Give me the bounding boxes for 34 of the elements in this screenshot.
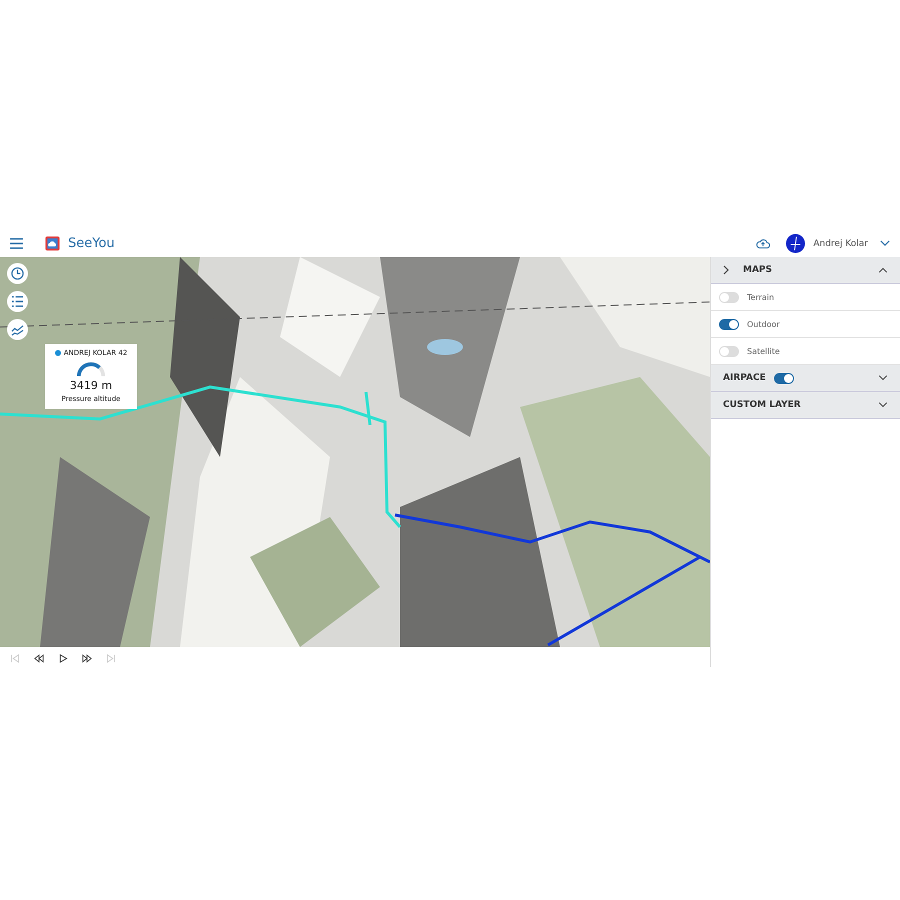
chevron-down-icon[interactable]: [880, 240, 890, 247]
layer-label: Satellite: [747, 346, 780, 356]
chevron-icon[interactable]: [878, 375, 888, 381]
skip-end-icon: [106, 654, 116, 663]
toggle-switch[interactable]: [719, 292, 739, 302]
layer-label: Terrain: [747, 292, 774, 302]
user-name[interactable]: Andrej Kolar: [813, 238, 868, 248]
avatar-icon[interactable]: [786, 234, 806, 253]
section-title: MAPS: [743, 265, 772, 275]
chevron-icon[interactable]: [878, 267, 888, 273]
toggle-switch[interactable]: [719, 318, 739, 330]
list-icon: [11, 295, 24, 308]
clock-icon: [11, 267, 24, 280]
logo-icon: [45, 236, 60, 251]
altitude-value: 3419 m: [70, 379, 112, 392]
chart-icon: [11, 323, 24, 336]
fast-forward-icon: [82, 654, 92, 663]
section-header[interactable]: CUSTOM LAYER: [711, 392, 900, 419]
skip-start-icon: [10, 654, 20, 663]
layer-label: Outdoor: [747, 320, 780, 328]
section-title: AIRPACE: [723, 373, 766, 383]
play-icon: [58, 654, 68, 663]
toggle-switch[interactable]: [774, 372, 794, 384]
rewind-icon: [34, 654, 44, 663]
section-header[interactable]: AIRPACE: [711, 365, 900, 392]
section-header[interactable]: MAPS: [711, 257, 900, 284]
section-title: CUSTOM LAYER: [723, 400, 801, 410]
gauge-icon: [76, 362, 106, 377]
toggle-switch[interactable]: [719, 346, 739, 356]
app-name: SeeYou: [68, 236, 115, 251]
cloud-upload-icon[interactable]: [756, 238, 770, 249]
menu-icon[interactable]: [10, 238, 23, 249]
chevron-icon[interactable]: [878, 402, 888, 408]
chevron-right-icon[interactable]: [723, 265, 729, 275]
